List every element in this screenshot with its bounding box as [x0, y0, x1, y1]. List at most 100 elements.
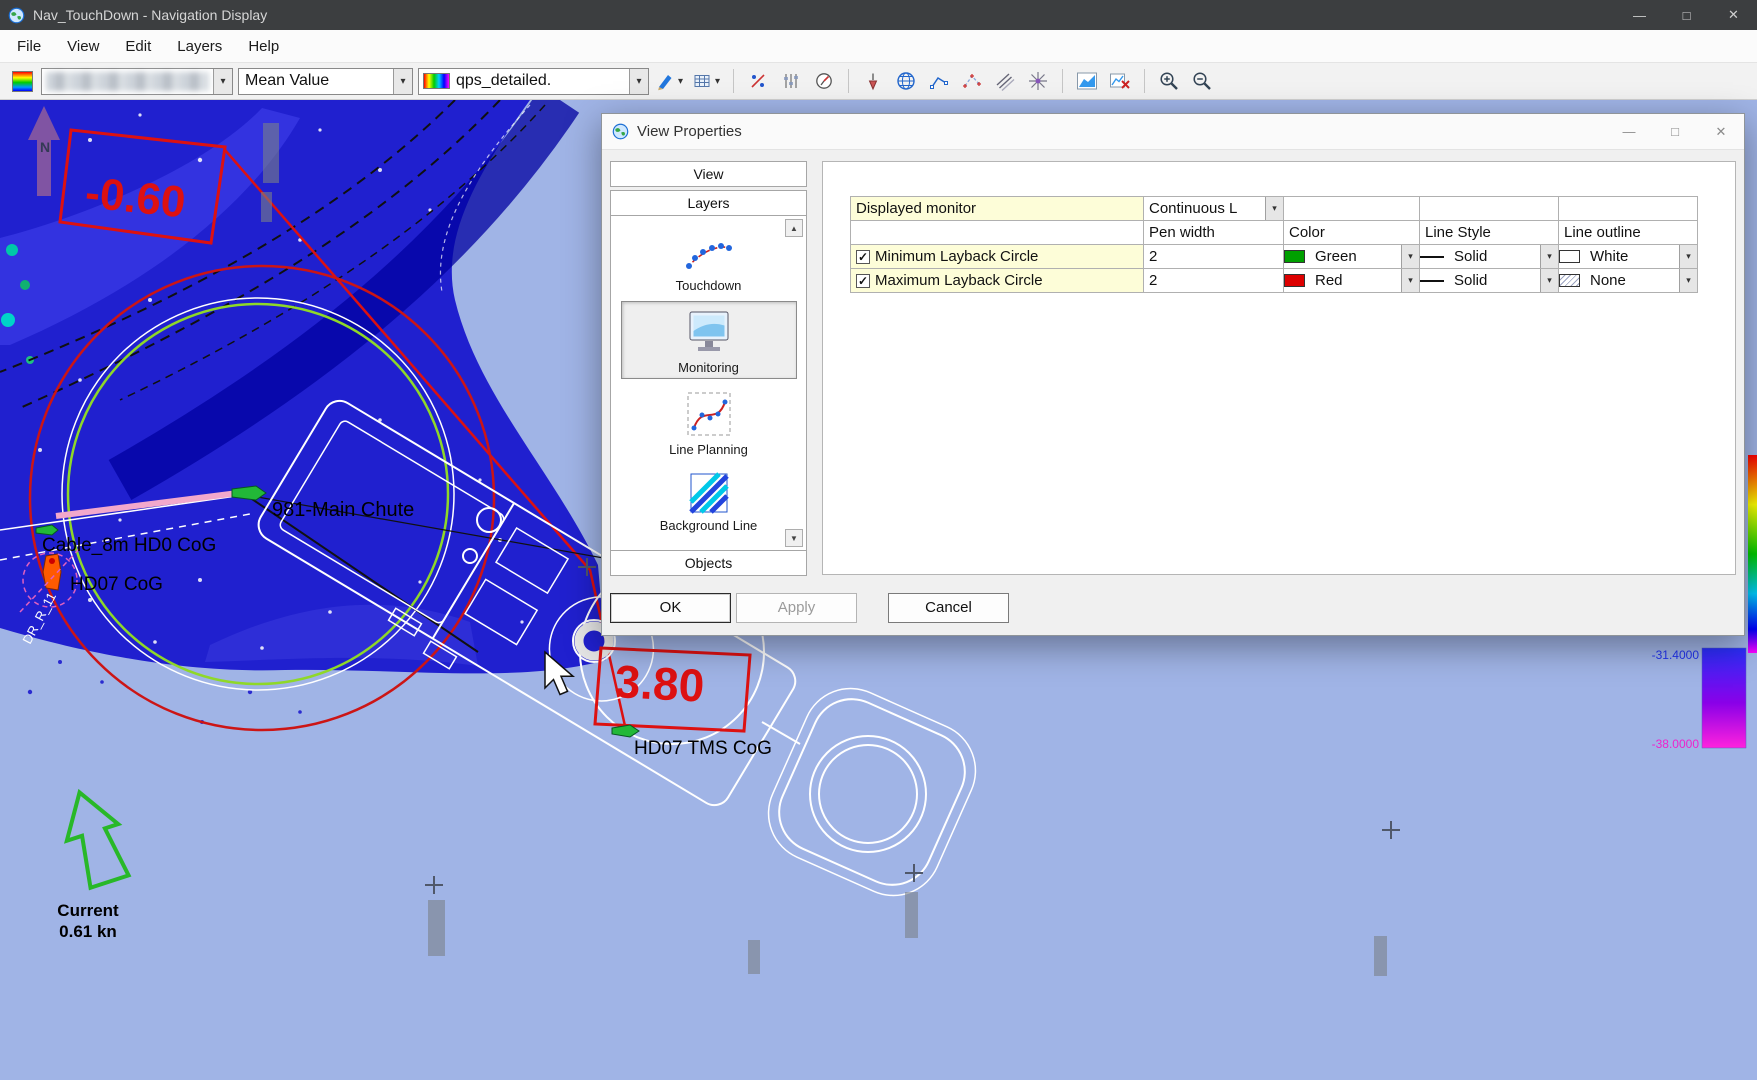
- menu-edit[interactable]: Edit: [112, 33, 164, 60]
- dialog-titlebar[interactable]: View Properties — □ ✕: [602, 114, 1744, 150]
- ok-button[interactable]: OK: [610, 593, 731, 623]
- redacted-survey-name: [46, 72, 209, 91]
- measure-points-button[interactable]: [958, 67, 986, 95]
- displayed-monitor-combo[interactable]: Continuous L ▾: [1144, 197, 1283, 220]
- dialog-minimize-button[interactable]: —: [1606, 114, 1652, 149]
- layer-item-line-planning[interactable]: Line Planning: [621, 383, 797, 461]
- line-style-value: Solid: [1449, 272, 1540, 289]
- green-color-swatch: [1284, 250, 1305, 263]
- interpolate-button[interactable]: [744, 67, 772, 95]
- zoom-out-button[interactable]: [1188, 67, 1216, 95]
- chevron-down-icon[interactable]: ▾: [1540, 269, 1558, 292]
- rose-button[interactable]: [1024, 67, 1052, 95]
- colorbar-max-label: -31.4000: [1652, 648, 1700, 662]
- chevron-down-icon[interactable]: ▾: [393, 69, 412, 94]
- dialog-maximize-button[interactable]: □: [1652, 114, 1698, 149]
- tab-objects[interactable]: Objects: [611, 550, 806, 575]
- compass-button[interactable]: [810, 67, 838, 95]
- layer-item-background-line[interactable]: Background Line: [621, 465, 797, 537]
- zoom-out-icon: [1191, 70, 1213, 92]
- hd07-cog-label: HD07 CoG: [70, 574, 163, 595]
- spider-rose-icon: [1027, 70, 1049, 92]
- min-color-combo[interactable]: Green ▾: [1284, 245, 1419, 268]
- chevron-down-icon[interactable]: ▾: [1401, 245, 1419, 268]
- current-speed-label: 0.61 kn: [59, 922, 117, 941]
- dialog-nav: View Layers ▲ ▼ Touchdown: [610, 161, 807, 576]
- draw-tool-button[interactable]: ▾: [654, 67, 686, 95]
- min-layback-checkbox[interactable]: ✓: [856, 250, 870, 264]
- menu-file[interactable]: File: [4, 33, 54, 60]
- max-color-combo[interactable]: Red ▾: [1284, 269, 1419, 292]
- color-scale-icon: [12, 71, 33, 92]
- close-button[interactable]: ✕: [1710, 0, 1757, 30]
- chevron-down-icon[interactable]: ▾: [1540, 245, 1558, 268]
- tab-layers[interactable]: Layers: [611, 191, 806, 216]
- profile-chart-button[interactable]: [1073, 67, 1101, 95]
- chevron-down-icon[interactable]: ▾: [1401, 269, 1419, 292]
- minimize-button[interactable]: —: [1616, 0, 1663, 30]
- cancel-button[interactable]: Cancel: [888, 593, 1009, 623]
- plumb-bob-icon: [863, 71, 883, 91]
- chevron-down-icon[interactable]: ▾: [1679, 269, 1697, 292]
- min-line-outline-combo[interactable]: White ▾: [1559, 245, 1697, 268]
- colormap-combo-value: qps_detailed.: [450, 72, 629, 90]
- parallel-lines-button[interactable]: [991, 67, 1019, 95]
- projection-button[interactable]: [892, 67, 920, 95]
- chevron-down-icon[interactable]: ▾: [676, 74, 685, 89]
- edge-color-strip: [1748, 455, 1757, 653]
- zoom-in-button[interactable]: [1155, 67, 1183, 95]
- color-value: Green: [1310, 248, 1401, 265]
- menu-layers[interactable]: Layers: [164, 33, 235, 60]
- color-scale-button[interactable]: [8, 67, 36, 95]
- max-pen-width-cell[interactable]: 2: [1144, 269, 1284, 293]
- chevron-down-icon[interactable]: ▾: [1265, 197, 1283, 220]
- window-titlebar: Nav_TouchDown - Navigation Display — □ ✕: [0, 0, 1757, 30]
- chevron-down-icon[interactable]: ▾: [713, 74, 722, 89]
- toolbar-separator: [848, 69, 849, 93]
- scroll-up-button[interactable]: ▲: [785, 219, 803, 237]
- line-outline-value: White: [1585, 248, 1679, 265]
- grid-tool-button[interactable]: ▾: [691, 67, 723, 95]
- menu-view[interactable]: View: [54, 33, 112, 60]
- menu-help[interactable]: Help: [235, 33, 292, 60]
- current-arrow: Current 0.61 kn: [54, 784, 134, 941]
- chevron-down-icon[interactable]: ▾: [1679, 245, 1697, 268]
- measure-line-button[interactable]: [925, 67, 953, 95]
- app-globe-icon: [8, 7, 25, 24]
- line-planning-icon: [681, 390, 737, 440]
- background-line-icon: [681, 472, 737, 516]
- chevron-down-icon[interactable]: ▾: [629, 69, 648, 94]
- colormap-swatch-icon: [423, 73, 450, 89]
- line-style-value: Solid: [1449, 248, 1540, 265]
- layer-label: Line Planning: [669, 442, 748, 457]
- scroll-down-button[interactable]: ▼: [785, 529, 803, 547]
- min-pen-width-cell[interactable]: 2: [1144, 245, 1284, 269]
- close-profile-button[interactable]: [1106, 67, 1134, 95]
- layer-item-monitoring[interactable]: Monitoring: [621, 301, 797, 379]
- polyline-points-icon: [962, 71, 982, 91]
- parallel-lines-icon: [995, 71, 1015, 91]
- statistic-combo[interactable]: Mean Value ▾: [238, 68, 413, 95]
- row-name-label: Minimum Layback Circle: [875, 248, 1038, 265]
- chevron-down-icon[interactable]: ▾: [213, 69, 232, 94]
- displayed-monitor-cell: Continuous L ▾: [1144, 197, 1284, 221]
- empty-cell: [1284, 197, 1420, 221]
- layer-item-touchdown[interactable]: Touchdown: [621, 221, 797, 297]
- empty-cell: [1420, 197, 1559, 221]
- apply-button[interactable]: Apply: [736, 593, 857, 623]
- view-properties-dialog: View Properties — □ ✕ View Layers ▲ ▼: [601, 113, 1745, 636]
- plumb-button[interactable]: [859, 67, 887, 95]
- min-line-style-combo[interactable]: Solid ▾: [1420, 245, 1558, 268]
- solid-line-sample: [1420, 280, 1444, 282]
- maximize-button[interactable]: □: [1663, 0, 1710, 30]
- max-line-outline-combo[interactable]: None ▾: [1559, 269, 1697, 292]
- survey-combo[interactable]: ▾: [41, 68, 233, 95]
- levels-button[interactable]: [777, 67, 805, 95]
- min-line-style-cell: Solid ▾: [1420, 245, 1559, 269]
- colormap-combo[interactable]: qps_detailed. ▾: [418, 68, 649, 95]
- tab-view[interactable]: View: [610, 161, 807, 187]
- max-layback-checkbox[interactable]: ✓: [856, 274, 870, 288]
- dialog-close-button[interactable]: ✕: [1698, 114, 1744, 149]
- max-line-style-combo[interactable]: Solid ▾: [1420, 269, 1558, 292]
- statistic-combo-value: Mean Value: [239, 72, 393, 90]
